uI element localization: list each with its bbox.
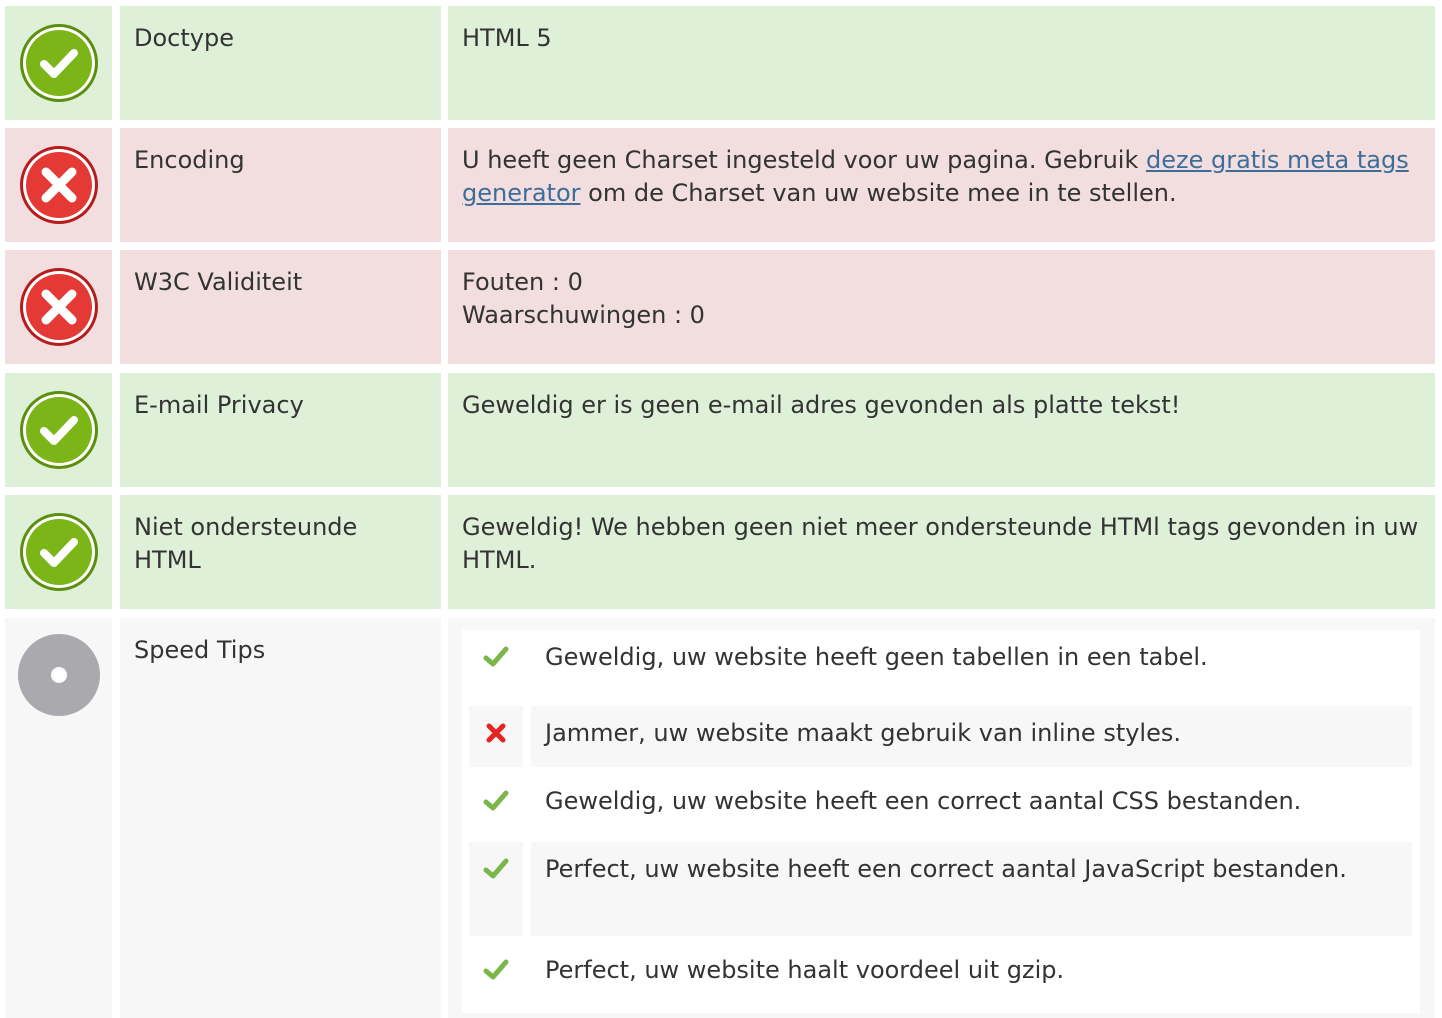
status-cell xyxy=(5,495,112,609)
list-item: Jammer, uw website maakt gebruik van inl… xyxy=(469,706,1412,767)
tip-text: Perfect, uw website haalt voordeel uit g… xyxy=(545,956,1065,984)
checkmark-icon xyxy=(483,959,509,980)
x-circle-icon xyxy=(20,146,98,224)
status-cell xyxy=(5,618,112,1018)
check-circle-icon xyxy=(20,24,98,102)
list-item: Perfect, uw website heeft een correct aa… xyxy=(469,842,1412,936)
checkmark-icon xyxy=(483,646,509,667)
row-label: Speed Tips xyxy=(120,618,441,1018)
check-circle-icon xyxy=(20,513,98,591)
row-value: Geweldig er is geen e-mail adres gevonde… xyxy=(448,373,1435,487)
check-circle-icon xyxy=(20,391,98,469)
cross-icon xyxy=(486,723,506,743)
tip-text: Geweldig, uw website heeft geen tabellen… xyxy=(545,643,1208,671)
value-text: U heeft geen Charset ingesteld voor uw p… xyxy=(462,146,1146,174)
list-item: Geweldig, uw website heeft een correct a… xyxy=(469,774,1412,835)
tip-text: Geweldig, uw website heeft een correct a… xyxy=(545,787,1302,815)
result-row-email-privacy: E-mail Privacy Geweldig er is geen e-mai… xyxy=(0,373,1442,487)
info-circle-icon xyxy=(18,634,100,716)
row-label: Encoding xyxy=(120,128,441,242)
row-value: HTML 5 xyxy=(448,6,1435,120)
speed-tips-list: Geweldig, uw website heeft geen tabellen… xyxy=(462,630,1420,1013)
row-value: Geweldig! We hebben geen niet meer onder… xyxy=(448,495,1435,609)
row-label: E-mail Privacy xyxy=(120,373,441,487)
x-circle-icon xyxy=(20,268,98,346)
warnings-count: Waarschuwingen : 0 xyxy=(462,301,705,329)
value-text: om de Charset van uw website mee in te s… xyxy=(580,179,1177,207)
tip-text: Perfect, uw website heeft een correct aa… xyxy=(545,855,1347,883)
status-cell xyxy=(5,128,112,242)
result-row-encoding: Encoding U heeft geen Charset ingesteld … xyxy=(0,128,1442,242)
result-row-speed-tips: Speed Tips Geweldig, uw website heeft ge… xyxy=(0,618,1442,1018)
checkmark-icon xyxy=(483,790,509,811)
tip-text: Jammer, uw website maakt gebruik van inl… xyxy=(545,719,1181,747)
status-cell xyxy=(5,6,112,120)
result-row-doctype: Doctype HTML 5 xyxy=(0,6,1442,120)
result-row-deprecated-html: Niet ondersteunde HTML Geweldig! We hebb… xyxy=(0,495,1442,609)
row-label: W3C Validiteit xyxy=(120,250,441,364)
status-cell xyxy=(5,373,112,487)
status-cell xyxy=(5,250,112,364)
checkmark-icon xyxy=(483,858,509,879)
speed-tips-cell: Geweldig, uw website heeft geen tabellen… xyxy=(448,618,1435,1018)
errors-count: Fouten : 0 xyxy=(462,268,583,296)
row-label: Niet ondersteunde HTML xyxy=(120,495,441,609)
row-value: Fouten : 0 Waarschuwingen : 0 xyxy=(448,250,1435,364)
row-label: Doctype xyxy=(120,6,441,120)
list-item: Perfect, uw website haalt voordeel uit g… xyxy=(469,943,1412,1004)
list-item: Geweldig, uw website heeft geen tabellen… xyxy=(469,630,1412,694)
result-row-w3c: W3C Validiteit Fouten : 0 Waarschuwingen… xyxy=(0,250,1442,364)
row-value: U heeft geen Charset ingesteld voor uw p… xyxy=(448,128,1435,242)
